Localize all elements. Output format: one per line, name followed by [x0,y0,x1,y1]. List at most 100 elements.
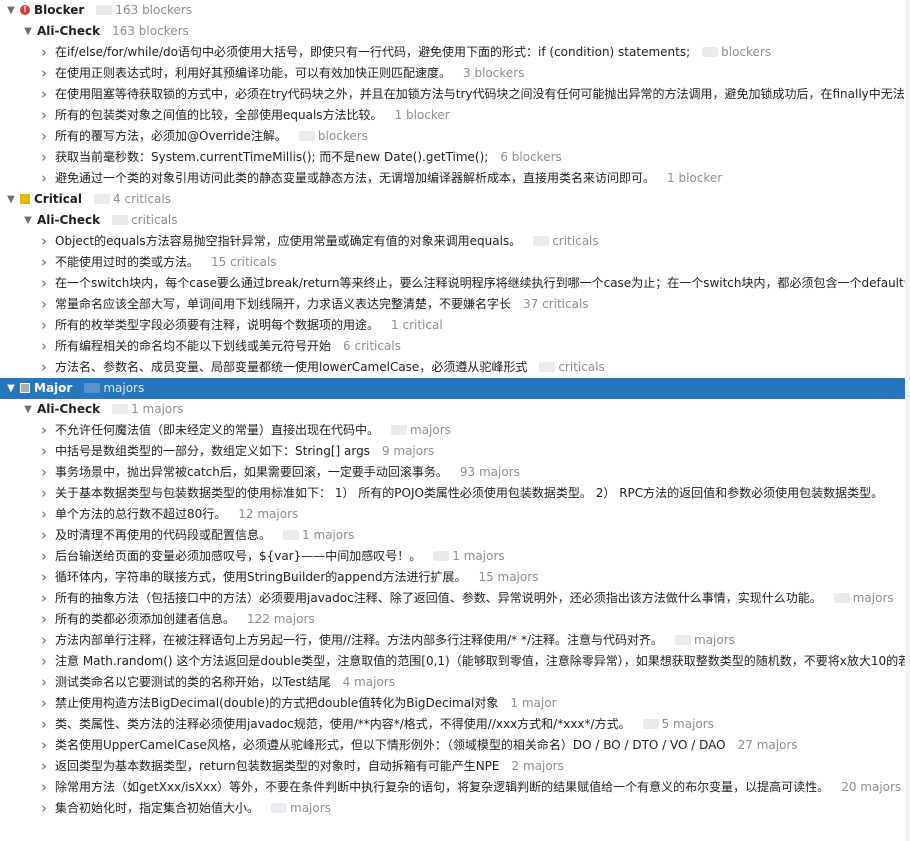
rule-row[interactable]: › 类名使用UpperCamelCase风格，必须遵从驼峰形式，但以下情形例外：（… [0,735,910,756]
chevron-right-icon[interactable]: › [37,798,51,819]
rule-row[interactable]: › 所有的覆写方法，必须加@Override注解。 blockers [0,126,910,147]
chevron-right-icon[interactable]: › [37,504,51,525]
rule-count: 1 majors [283,528,354,542]
rule-count: criticals [533,234,599,248]
chevron-right-icon[interactable]: › [37,147,51,168]
rule-row[interactable]: › 集合初始化时，指定集合初始值大小。 majors [0,798,910,819]
chevron-right-icon[interactable]: › [37,273,51,294]
chevron-right-icon[interactable]: › [37,588,51,609]
vertical-scrollbar[interactable] [905,0,910,841]
chevron-right-icon[interactable]: › [37,735,51,756]
chevron-right-icon[interactable]: › [37,609,51,630]
chevron-right-icon[interactable]: › [37,84,51,105]
chevron-right-icon[interactable]: › [37,525,51,546]
chevron-right-icon[interactable]: › [37,336,51,357]
rule-row[interactable]: › 方法内部单行注释，在被注释语句上方另起一行，使用//注释。方法内部多行注释使用… [0,630,910,651]
chevron-right-icon[interactable]: › [37,693,51,714]
count-text: 15 majors [478,570,539,584]
count-text: majors [103,381,145,395]
count-text: 5 majors [661,717,714,731]
severity-count: 163 blockers [96,3,192,17]
chevron-right-icon[interactable]: › [37,777,51,798]
rule-message: 所有的覆写方法，必须加@Override注解。 [55,129,287,143]
chevron-right-icon[interactable]: › [37,168,51,189]
chevron-right-icon[interactable]: › [37,105,51,126]
rule-count: blockers [298,129,368,143]
severity-row-blocker[interactable]: ▼! Blocker 163 blockers [0,0,910,21]
severity-row-critical[interactable]: ▼ Critical 4 criticals [0,189,910,210]
rule-count: 1 critical [391,318,443,332]
redacted-mask [642,718,659,729]
rule-row[interactable]: › 所有的包装类对象之间值的比较，全部使用equals方法比较。 1 blocker [0,105,910,126]
chevron-down-icon[interactable]: ▼ [4,189,18,210]
chevron-right-icon[interactable]: › [37,231,51,252]
rule-row[interactable]: › 所有的类都必须添加创建者信息。 122 majors [0,609,910,630]
chevron-down-icon[interactable]: ▼ [21,399,35,420]
group-name: Ali-Check [37,213,101,227]
rule-row[interactable]: › 后台输送给页面的变量必须加感叹号，${var}——中间加感叹号！。 1 majo… [0,546,910,567]
chevron-down-icon[interactable]: ▼ [4,378,18,399]
chevron-right-icon[interactable]: › [37,315,51,336]
rule-row[interactable]: › 不能使用过时的类或方法。 15 criticals [0,252,910,273]
rule-row[interactable]: › 类、类属性、类方法的注释必须使用javadoc规范，使用/**内容*/格式，不… [0,714,910,735]
chevron-right-icon[interactable]: › [37,252,51,273]
rule-row[interactable]: › 在使用阻塞等待获取锁的方式中，必须在try代码块之外，并且在加锁方法与try代… [0,84,910,105]
chevron-down-icon[interactable]: ▼ [4,0,18,21]
rule-row[interactable]: › 注意 Math.random() 这个方法返回是double类型，注意取值的范… [0,651,910,672]
rule-row[interactable]: › 不允许任何魔法值（即未经定义的常量）直接出现在代码中。 majors [0,420,910,441]
chevron-right-icon[interactable]: › [37,756,51,777]
rule-message: 方法内部单行注释，在被注释语句上方另起一行，使用//注释。方法内部多行注释使用/… [55,633,663,647]
redacted-mask [94,193,111,204]
rule-row[interactable]: › 单个方法的总行数不超过80行。 12 majors [0,504,910,525]
rule-row[interactable]: › 避免通过一个类的对象引用访问此类的静态变量或静态方法，无谓增加编译器解析成本，… [0,168,910,189]
chevron-right-icon[interactable]: › [37,546,51,567]
rule-row[interactable]: › 及时清理不再使用的代码段或配置信息。 1 majors [0,525,910,546]
chevron-right-icon[interactable]: › [37,714,51,735]
rule-row[interactable]: › 中括号是数组类型的一部分，数组定义如下：String[] args 9 majo… [0,441,910,462]
chevron-right-icon[interactable]: › [37,483,51,504]
rule-row[interactable]: › 禁止使用构造方法BigDecimal(double)的方式把double值转化… [0,693,910,714]
rule-row[interactable]: › 事务场景中，抛出异常被catch后，如果需要回滚，一定要手动回滚事务。 93 m… [0,462,910,483]
rule-row[interactable]: › 返回类型为基本数据类型，return包装数据类型的对象时，自动拆箱有可能产生N… [0,756,910,777]
rule-row[interactable]: › 关于基本数据类型与包装数据类型的使用标准如下： 1） 所有的POJO类属性必须… [0,483,910,504]
rule-count: 5 majors [642,717,714,731]
rule-row[interactable]: › 所有编程相关的命名均不能以下划线或美元符号开始 6 criticals [0,336,910,357]
rule-count: majors [271,801,331,815]
rule-row[interactable]: › 循环体内，字符串的联接方式，使用StringBuilder的append方法进… [0,567,910,588]
chevron-right-icon[interactable]: › [37,672,51,693]
rule-row[interactable]: › 获取当前毫秒数：System.currentTimeMillis(); 而不是… [0,147,910,168]
chevron-right-icon[interactable]: › [37,42,51,63]
rule-row[interactable]: › 所有的枚举类型字段必须要有注释，说明每个数据项的用途。 1 critical [0,315,910,336]
chevron-right-icon[interactable]: › [37,126,51,147]
chevron-right-icon[interactable]: › [37,420,51,441]
redacted-mask [702,46,719,57]
group-row-ali-check[interactable]: ▼ Ali-Check 1 majors [0,399,910,420]
chevron-down-icon[interactable]: ▼ [21,21,35,42]
rule-row[interactable]: › 在一个switch块内，每个case要么通过break/return等来终止，… [0,273,910,294]
chevron-right-icon[interactable]: › [37,63,51,84]
rule-message: 事务场景中，抛出异常被catch后，如果需要回滚，一定要手动回滚事务。 [55,465,448,479]
chevron-right-icon[interactable]: › [37,462,51,483]
chevron-right-icon[interactable]: › [37,441,51,462]
severity-row-major[interactable]: ▼ Major majors [0,378,910,399]
rule-row[interactable]: › Object的equals方法容易抛空指针异常，应使用常量或确定有值的对象来调… [0,231,910,252]
chevron-right-icon[interactable]: › [37,294,51,315]
count-text: 9 majors [381,444,435,458]
chevron-right-icon[interactable]: › [37,357,51,378]
rule-row[interactable]: › 在if/else/for/while/do语句中必须使用大括号，即使只有一行代… [0,42,910,63]
rule-count: 4 majors [343,675,395,689]
rule-row[interactable]: › 在使用正则表达式时，利用好其预编译功能，可以有效加快正则匹配速度。 3 bloc… [0,63,910,84]
chevron-right-icon[interactable]: › [37,651,51,672]
rule-row[interactable]: › 除常用方法（如getXxx/isXxx）等外，不要在条件判断中执行复杂的语句，… [0,777,910,798]
rule-row[interactable]: › 方法名、参数名、成员变量、局部变量都统一使用lowerCamelCase，必须… [0,357,910,378]
group-row-ali-check[interactable]: ▼ Ali-Check 163 blockers [0,21,910,42]
rule-row[interactable]: › 测试类命名以它要测试的类的名称开始，以Test结尾 4 majors [0,672,910,693]
chevron-down-icon[interactable]: ▼ [21,210,35,231]
rule-row[interactable]: › 所有的抽象方法（包括接口中的方法）必须要用javadoc注释、除了返回值、参数… [0,588,910,609]
count-text: 1 blocker [394,108,450,122]
redacted-mask [271,802,288,813]
chevron-right-icon[interactable]: › [37,567,51,588]
rule-row[interactable]: › 常量命名应该全部大写，单词间用下划线隔开，力求语义表达完整清楚，不要嫌名字长 3… [0,294,910,315]
chevron-right-icon[interactable]: › [37,630,51,651]
group-row-ali-check[interactable]: ▼ Ali-Check criticals [0,210,910,231]
